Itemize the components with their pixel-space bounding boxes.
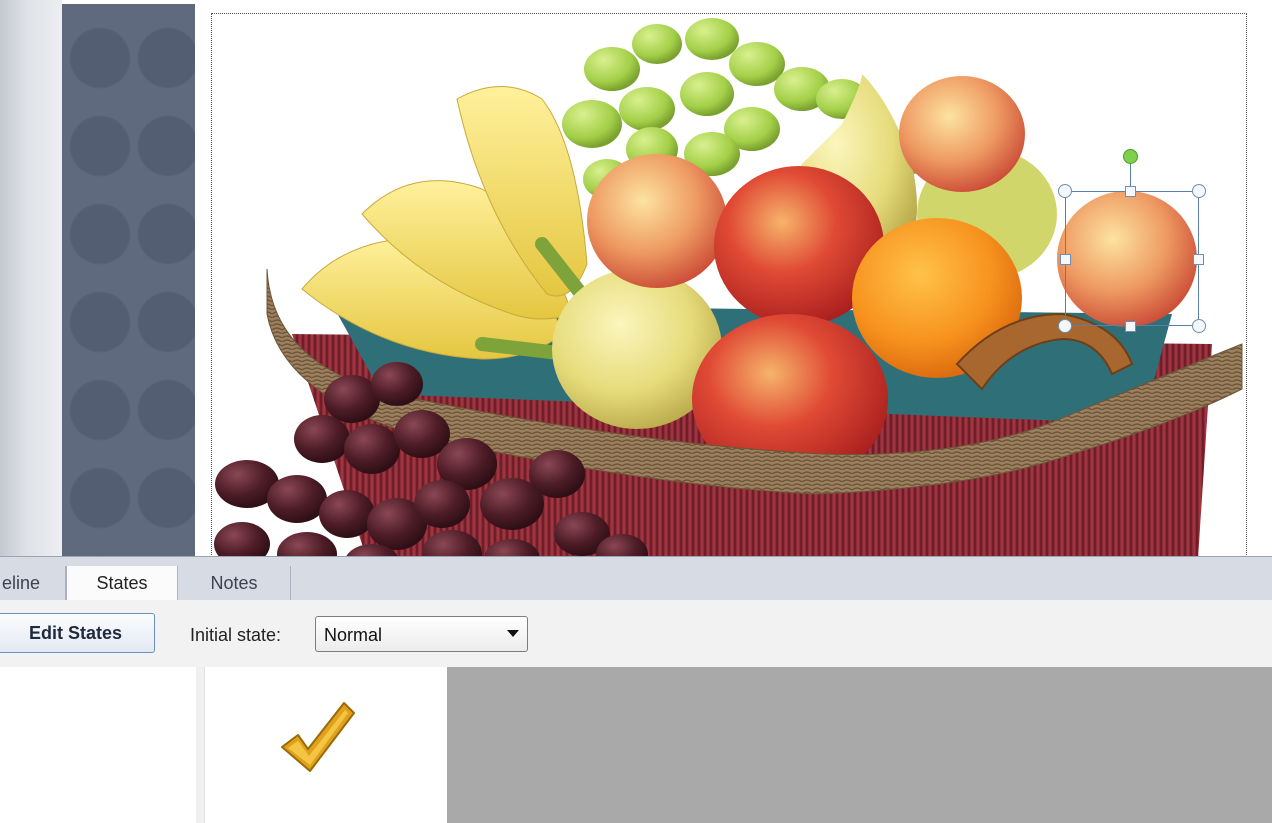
resize-handle-right[interactable] <box>1193 254 1204 265</box>
states-toolbar: Edit States Initial state: Normal <box>0 600 1272 667</box>
states-panel: eline States Notes Edit States Initial s… <box>0 556 1272 823</box>
resize-handle-top-left[interactable] <box>1058 184 1072 198</box>
states-list[interactable] <box>0 667 196 823</box>
selection-box[interactable] <box>1065 191 1199 326</box>
stage-frame-left <box>0 0 62 556</box>
tab-states[interactable]: States <box>66 566 178 601</box>
rotate-handle[interactable] <box>1123 149 1138 164</box>
resize-handle-bottom-left[interactable] <box>1058 319 1072 333</box>
state-thumbnail-normal[interactable] <box>204 667 447 823</box>
tab-timeline[interactable]: eline <box>0 566 66 601</box>
states-empty-area <box>447 667 1272 823</box>
chevron-down-icon <box>507 630 519 637</box>
edit-states-button[interactable]: Edit States <box>0 613 155 653</box>
resize-handle-top-right[interactable] <box>1192 184 1206 198</box>
stage-canvas <box>0 0 1272 556</box>
initial-state-label: Initial state: <box>190 625 282 645</box>
resize-handle-bottom[interactable] <box>1125 321 1136 332</box>
initial-state-select[interactable]: Normal <box>315 616 528 652</box>
resize-handle-bottom-right[interactable] <box>1192 319 1206 333</box>
resize-handle-left[interactable] <box>1060 254 1071 265</box>
tab-notes[interactable]: Notes <box>178 566 291 601</box>
resize-handle-top[interactable] <box>1125 186 1136 197</box>
states-area <box>0 667 1272 823</box>
panel-tab-bar: eline States Notes <box>0 556 1272 601</box>
initial-state-value: Normal <box>324 625 383 645</box>
checkmark-icon <box>281 702 355 772</box>
background-pattern-panel <box>62 4 195 556</box>
